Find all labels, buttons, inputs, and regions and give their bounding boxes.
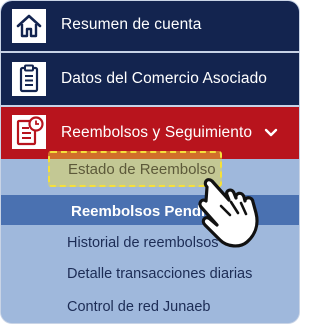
submenu-item-label: Estado de Reembolso (68, 161, 216, 178)
document-clock-icon (12, 115, 46, 149)
menu-item-label: Datos del Comercio Asociado (61, 70, 268, 87)
menu-item-resumen-de-cuenta[interactable]: Resumen de cuenta (1, 1, 299, 51)
menu-item-label: Resumen de cuenta (61, 16, 202, 33)
submenu-item-historial[interactable]: Historial de reembolsos (67, 235, 219, 251)
menu-item-datos-comercio[interactable]: Datos del Comercio Asociado (1, 53, 299, 105)
submenu-item-control-red[interactable]: Control de red Junaeb (67, 299, 211, 315)
home-icon (12, 9, 46, 43)
hand-pointer-icon (198, 178, 259, 248)
clipboard-icon (12, 62, 46, 96)
submenu-item-detalle-transacciones[interactable]: Detalle transacciones diarias (67, 266, 252, 282)
submenu-item-estado-de-reembolso[interactable]: Estado de Reembolso (48, 151, 222, 187)
menu-item-label: Reembolsos y Seguimiento (61, 124, 253, 141)
side-menu: Resumen de cuenta Datos del Comercio Aso… (0, 0, 300, 324)
chevron-down-icon[interactable] (263, 125, 279, 141)
